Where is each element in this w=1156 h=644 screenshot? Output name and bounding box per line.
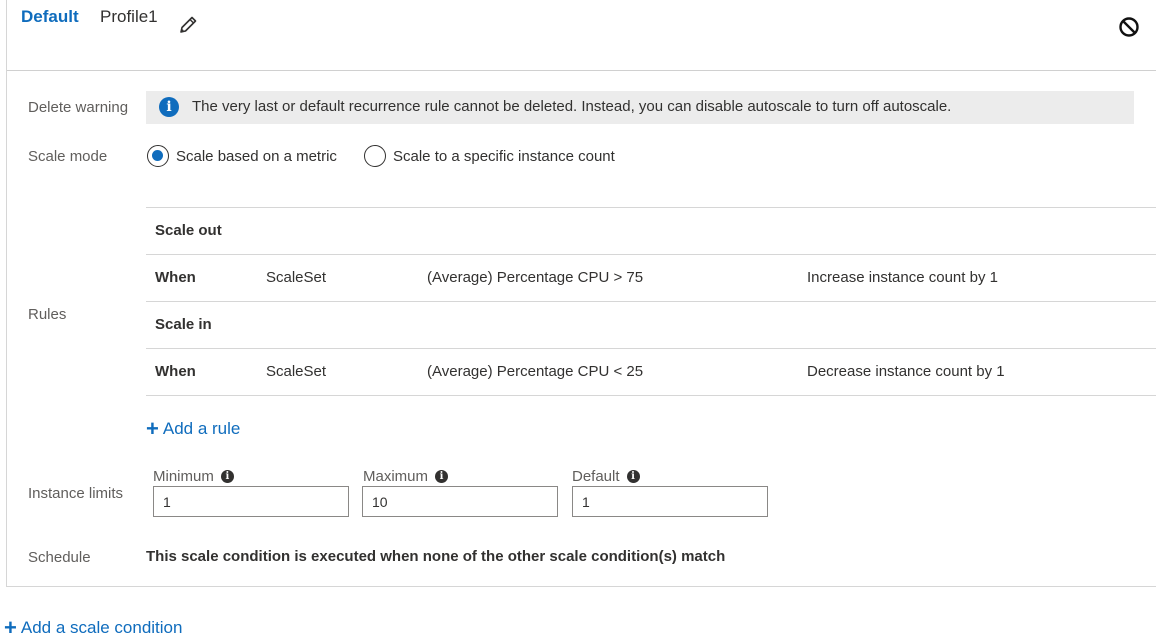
scale-in-heading: Scale in xyxy=(155,316,212,333)
minimum-label: Minimum xyxy=(153,468,214,485)
rule-condition: (Average) Percentage CPU < 25 xyxy=(427,363,644,380)
radio-label: Scale to a specific instance count xyxy=(393,147,615,165)
maximum-input[interactable] xyxy=(362,486,558,517)
radio-scale-by-metric[interactable]: Scale based on a metric xyxy=(147,143,337,169)
delete-warning-label: Delete warning xyxy=(28,99,129,116)
scale-in-header: Scale in xyxy=(146,301,1156,348)
scale-condition-card: Default Profile1 Delete warning i The ve… xyxy=(6,0,1156,587)
block-icon[interactable] xyxy=(1118,16,1140,38)
rule-action: Increase instance count by 1 xyxy=(807,269,998,286)
delete-warning-text: The very last or default recurrence rule… xyxy=(192,98,952,115)
scale-out-header: Scale out xyxy=(146,207,1156,254)
rules-table: Scale out When ScaleSet (Average) Percen… xyxy=(146,207,1156,396)
default-input[interactable] xyxy=(572,486,768,517)
minimum-label-group: Minimum i xyxy=(153,468,234,485)
rule-when: When xyxy=(155,363,196,380)
delete-warning-banner: i The very last or default recurrence ru… xyxy=(146,91,1134,124)
default-label-group: Default i xyxy=(572,468,640,485)
scale-in-rule-row[interactable]: When ScaleSet (Average) Percentage CPU <… xyxy=(146,348,1156,396)
maximum-label-group: Maximum i xyxy=(363,468,449,485)
rule-when: When xyxy=(155,269,196,286)
info-icon: i xyxy=(159,97,179,117)
scale-out-heading: Scale out xyxy=(155,222,222,239)
default-label: Default xyxy=(21,7,79,26)
scale-out-rule-row[interactable]: When ScaleSet (Average) Percentage CPU >… xyxy=(146,254,1156,301)
radio-label: Scale based on a metric xyxy=(176,147,337,165)
rule-condition: (Average) Percentage CPU > 75 xyxy=(427,269,644,286)
scale-mode-label: Scale mode xyxy=(28,148,108,165)
minimum-input[interactable] xyxy=(153,486,349,517)
info-icon[interactable]: i xyxy=(435,470,449,483)
radio-selected-indicator[interactable] xyxy=(147,145,169,167)
radio-scale-to-count[interactable]: Scale to a specific instance count xyxy=(364,143,615,169)
profile-name: Profile1 xyxy=(100,7,158,26)
pencil-icon[interactable] xyxy=(177,14,199,36)
maximum-label: Maximum xyxy=(363,468,429,485)
default-limit-label: Default xyxy=(572,468,620,485)
schedule-text: This scale condition is executed when no… xyxy=(146,548,726,565)
info-icon[interactable]: i xyxy=(626,470,640,483)
add-rule-label: Add a rule xyxy=(162,419,241,438)
rules-label: Rules xyxy=(28,306,67,323)
add-scale-condition-link[interactable]: + Add a scale condition xyxy=(4,615,183,640)
schedule-label: Schedule xyxy=(28,549,91,566)
rule-resource: ScaleSet xyxy=(266,363,327,380)
rule-resource: ScaleSet xyxy=(266,269,327,286)
plus-icon: + xyxy=(146,416,159,441)
instance-limits-label: Instance limits xyxy=(28,485,124,502)
radio-unselected-indicator[interactable] xyxy=(364,145,386,167)
card-header: Default Profile1 xyxy=(7,0,1156,71)
add-scale-condition-label: Add a scale condition xyxy=(20,618,183,637)
plus-icon: + xyxy=(4,615,17,640)
info-icon[interactable]: i xyxy=(220,470,234,483)
rule-action: Decrease instance count by 1 xyxy=(807,363,1005,380)
add-rule-link[interactable]: + Add a rule xyxy=(146,416,241,441)
